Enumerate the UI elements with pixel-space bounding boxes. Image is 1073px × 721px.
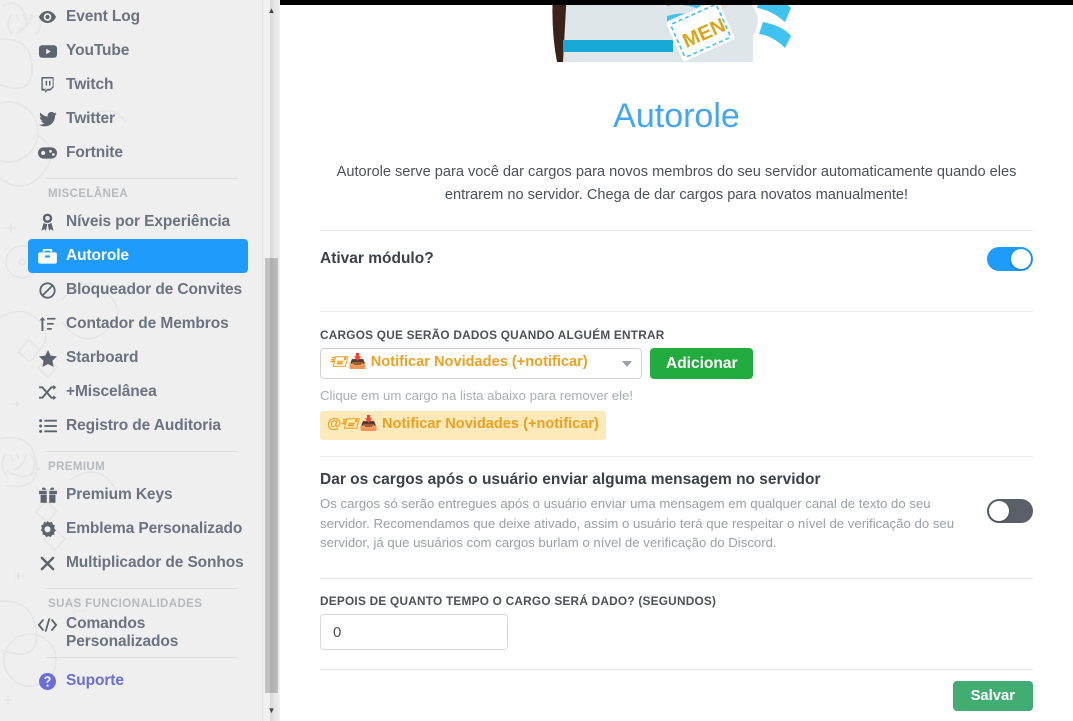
sidebar-item-label: Níveis por Experiência — [66, 213, 230, 231]
role-tag-list: @🖅📥 Notificar Novidades (+notificar) — [320, 411, 1033, 440]
sidebar-item-label: Fortnite — [66, 144, 123, 162]
sidebar-item-autorole[interactable]: Autorole — [28, 239, 248, 273]
sidebar-divider — [46, 657, 238, 658]
toggle-knob — [1011, 249, 1031, 269]
content-panel: Autorole Autorole serve para você dar ca… — [280, 99, 1073, 711]
message-requirement-toggle[interactable] — [987, 499, 1033, 523]
roles-section: CARGOS QUE SERÃO DADOS QUANDO ALGUÉM ENT… — [320, 312, 1033, 440]
sidebar-section-label: PREMIUM — [28, 461, 248, 473]
sidebar-item-label: Contador de Membros — [66, 315, 229, 333]
enable-module-label: Ativar módulo? — [320, 250, 434, 268]
youtube-icon — [38, 42, 57, 60]
message-requirement-text: Dar os cargos após o usuário enviar algu… — [320, 471, 977, 552]
sidebar-divider — [46, 588, 238, 589]
sidebar-item-label: Autorole — [66, 247, 129, 265]
sidebar-item-label: Twitch — [66, 76, 113, 94]
page-title: Autorole — [320, 99, 1033, 133]
role-select-value: 🖅📥 Notificar Novidades (+notificar) — [330, 351, 588, 376]
delay-field-label: DEPOIS DE QUANTO TEMPO O CARGO SERÁ DADO… — [320, 594, 1033, 608]
sidebar-item-label: Registro de Auditoria — [66, 417, 221, 435]
role-select[interactable]: 🖅📥 Notificar Novidades (+notificar) — [320, 348, 642, 379]
header-illustration: MEN — [280, 0, 1073, 67]
times-icon — [38, 554, 57, 572]
scroll-up-arrow[interactable]: ▲ — [263, 2, 280, 19]
save-button[interactable]: Salvar — [953, 681, 1033, 711]
sidebar-item-fortnite[interactable]: Fortnite — [28, 136, 248, 170]
sidebar-item-starboard[interactable]: Starboard — [28, 341, 248, 375]
shuffle-icon — [38, 383, 57, 401]
sidebar-item-twitter[interactable]: Twitter — [28, 102, 248, 136]
app-root: (ツ) (ツ) P Event LogYouTubeTwitchTwitterF… — [0, 0, 1073, 721]
enable-module-toggle[interactable] — [987, 247, 1033, 271]
medal-icon — [38, 213, 57, 231]
save-row: Salvar — [320, 670, 1033, 711]
sidebar-scrollbar[interactable]: ▲ ▼ — [262, 0, 279, 721]
sidebar-item-label: Premium Keys — [66, 486, 173, 504]
top-black-bar — [280, 0, 1073, 5]
chevron-down-icon — [622, 361, 632, 367]
badge-icon — [38, 520, 57, 538]
role-tag[interactable]: @🖅📥 Notificar Novidades (+notificar) — [320, 411, 606, 440]
sidebar-item-label: Emblema Personalizado — [66, 520, 242, 538]
sidebar-nav: Event Log YouTube Twitch Twitter Fortnite MIS… — [0, 0, 262, 721]
sidebar-item-label: Comandos Personalizados — [66, 615, 238, 652]
sidebar-item-premium-keys[interactable]: Premium Keys — [28, 478, 248, 512]
sidebar-item-contador-de-membros[interactable]: Contador de Membros — [28, 307, 248, 341]
twitch-icon — [38, 76, 57, 94]
add-role-button[interactable]: Adicionar — [650, 348, 753, 379]
twitter-icon — [38, 110, 57, 128]
sidebar-item-registro-de-auditoria[interactable]: Registro de Auditoria — [28, 409, 248, 443]
sidebar-item-label: Starboard — [66, 349, 138, 367]
sidebar: (ツ) (ツ) P Event LogYouTubeTwitchTwitterF… — [0, 0, 280, 721]
delay-input[interactable] — [320, 614, 508, 650]
sidebar-item-event-log[interactable]: Event Log — [28, 0, 248, 34]
gift-icon — [38, 486, 57, 504]
eye-icon — [38, 8, 57, 26]
message-requirement-title: Dar os cargos após o usuário enviar algu… — [320, 471, 977, 489]
sidebar-item-comandos-personalizados[interactable]: Comandos Personalizados — [28, 615, 248, 649]
sidebar-item-label: Event Log — [66, 8, 140, 26]
sidebar-item-label: Suporte — [66, 672, 124, 690]
gamepad-icon — [38, 144, 57, 162]
sidebar-item-label: YouTube — [66, 42, 129, 60]
sidebar-divider — [46, 451, 238, 452]
sidebar-section-label: MISCELÂNEA — [28, 188, 248, 200]
scrollbar-thumb[interactable] — [265, 258, 278, 693]
sidebar-item-twitch[interactable]: Twitch — [28, 68, 248, 102]
sidebar-item-label: Twitter — [66, 110, 115, 128]
question-circle-icon — [38, 672, 57, 690]
sidebar-divider — [46, 178, 238, 179]
roles-hint: Clique em um cargo na lista abaixo para … — [320, 388, 1033, 403]
main-content: MEN Autorole Autorole serve para você da… — [280, 0, 1073, 721]
roles-field-label: CARGOS QUE SERÃO DADOS QUANDO ALGUÉM ENT… — [320, 328, 1033, 342]
list-icon — [38, 417, 57, 435]
sidebar-item-bloqueador-de-convites[interactable]: Bloqueador de Convites — [28, 273, 248, 307]
sidebar-item-label: Multiplicador de Sonhos — [66, 554, 244, 572]
scroll-down-arrow[interactable]: ▼ — [263, 702, 280, 719]
message-requirement-description: Os cargos só serão entregues após o usuá… — [320, 494, 977, 552]
toolbox-icon — [38, 247, 57, 265]
sidebar-item-multiplicador-de-sonhos[interactable]: Multiplicador de Sonhos — [28, 546, 248, 580]
sidebar-item-miscelanea[interactable]: +Miscelânea — [28, 375, 248, 409]
code-icon — [38, 616, 57, 634]
message-requirement-section: Dar os cargos após o usuário enviar algu… — [320, 457, 1033, 552]
page-description: Autorole serve para você dar cargos para… — [324, 161, 1030, 206]
delay-section: DEPOIS DE QUANTO TEMPO O CARGO SERÁ DADO… — [320, 579, 1033, 650]
sort-numeric-icon — [38, 315, 57, 333]
enable-module-row: Ativar módulo? — [320, 231, 1033, 287]
sidebar-item-emblema-personalizado[interactable]: Emblema Personalizado — [28, 512, 248, 546]
sidebar-item-niveis-por-experiencia[interactable]: Níveis por Experiência — [28, 205, 248, 239]
sidebar-item-label: Bloqueador de Convites — [66, 281, 242, 299]
sidebar-item-suporte[interactable]: Suporte — [28, 664, 248, 698]
sidebar-item-youtube[interactable]: YouTube — [28, 34, 248, 68]
roles-select-row: 🖅📥 Notificar Novidades (+notificar) Adic… — [320, 348, 1033, 379]
sidebar-item-label: +Miscelânea — [66, 383, 157, 401]
toggle-knob — [989, 501, 1009, 521]
mascot-illustration-svg: MEN — [547, 0, 807, 67]
sidebar-section-label: SUAS FUNCIONALIDADES — [28, 598, 248, 610]
star-icon — [38, 349, 57, 367]
ban-icon — [38, 281, 57, 299]
